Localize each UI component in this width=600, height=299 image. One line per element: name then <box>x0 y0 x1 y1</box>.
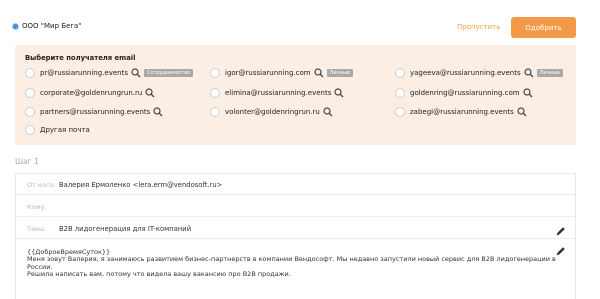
search-icon[interactable] <box>334 88 344 98</box>
body-line: Решила написать вам, потому что видела в… <box>27 270 291 279</box>
top-bar: ООО "Мир Бега" Пропустить Одобрить <box>0 0 590 42</box>
skip-button[interactable]: Пропустить <box>457 23 500 31</box>
recipient-email: partners@russiarunning.events <box>40 108 151 116</box>
radio-button[interactable] <box>395 88 405 98</box>
edit-subject-icon[interactable] <box>556 226 566 236</box>
email-body[interactable]: {{ДоброеВремяСуток}} Меня зовут Валерия,… <box>27 248 557 279</box>
search-icon[interactable] <box>517 107 527 117</box>
recipient-email: goldenring@russiarunning.com <box>410 89 520 97</box>
radio-button[interactable] <box>210 88 220 98</box>
subject-label: Тема: <box>27 225 47 233</box>
radio-button[interactable] <box>25 107 35 117</box>
recipient-option[interactable]: volonter@goldenringrun.ru <box>210 106 333 118</box>
search-icon[interactable] <box>153 107 163 117</box>
recipient-selector-title: Выберите получателя email <box>25 54 136 62</box>
recipient-option[interactable]: yageeva@russiarunning.events Личные <box>395 67 563 79</box>
subject-value[interactable]: B2B лидогенерация для IT-компаний <box>59 225 191 233</box>
recipient-email: pr@russiarunning.events <box>40 69 128 77</box>
recipient-email: corporate@goldenrungrun.ru <box>40 89 143 97</box>
radio-button[interactable] <box>25 88 35 98</box>
search-icon[interactable] <box>145 88 155 98</box>
from-row: От кого: Валерия Ермоленко <lera.erm@ven… <box>16 174 575 195</box>
recipient-option[interactable]: partners@russiarunning.events <box>25 106 163 118</box>
recipient-tag: Личные <box>326 69 353 77</box>
search-icon[interactable] <box>323 107 333 117</box>
from-label: От кого: <box>27 181 56 189</box>
recipient-option[interactable]: zabegi@russiarunning.events <box>395 106 527 118</box>
recipient-email: elimina@russiarunning.events <box>225 89 332 97</box>
radio-button[interactable] <box>395 68 405 78</box>
recipient-option[interactable]: corporate@goldenrungrun.ru <box>25 87 155 99</box>
search-icon[interactable] <box>523 68 534 78</box>
recipient-email: igor@russiarunning.com <box>225 69 311 77</box>
to-row[interactable]: Кому: <box>16 195 575 217</box>
recipient-email: yageeva@russiarunning.events <box>410 69 521 77</box>
search-icon[interactable] <box>313 68 324 78</box>
edit-body-icon[interactable] <box>556 246 566 256</box>
company-status-icon <box>12 22 19 30</box>
recipient-option[interactable]: igor@russiarunning.com Личные <box>210 67 353 79</box>
recipient-option[interactable]: elimina@russiarunning.events <box>210 87 344 99</box>
step-title: Шаг 1 <box>15 157 39 166</box>
recipient-email: zabegi@russiarunning.events <box>410 108 514 116</box>
body-line: Меня зовут Валерия, я занимаюсь развитие… <box>27 255 556 264</box>
other-email-label: Другая почта <box>40 126 90 134</box>
radio-button[interactable] <box>25 125 35 135</box>
search-icon[interactable] <box>522 88 533 98</box>
radio-button[interactable] <box>210 107 220 117</box>
email-form: От кого: Валерия Ермоленко <lera.erm@ven… <box>15 173 576 299</box>
radio-button[interactable] <box>395 107 405 117</box>
company-label: ООО "Мир Бега" <box>12 22 82 30</box>
recipient-selector: Выберите получателя email pr@russiarunni… <box>15 45 576 145</box>
subject-row[interactable]: Тема: B2B лидогенерация для IT-компаний <box>16 217 575 239</box>
recipient-option[interactable]: pr@russiarunning.events Сотрудничество <box>25 67 194 79</box>
recipient-tag: Сотрудничество <box>144 69 194 77</box>
radio-button[interactable] <box>25 68 35 78</box>
recipient-tag: Личные <box>536 69 563 77</box>
approve-button[interactable]: Одобрить <box>511 17 576 38</box>
recipient-option[interactable]: goldenring@russiarunning.com <box>395 87 533 99</box>
to-label: Кому: <box>27 203 47 211</box>
search-icon[interactable] <box>131 68 141 78</box>
from-value[interactable]: Валерия Ермоленко <lera.erm@vendosoft.ru… <box>59 181 222 189</box>
radio-button[interactable] <box>210 68 220 78</box>
company-name: ООО "Мир Бега" <box>22 22 82 30</box>
recipient-option-other[interactable]: Другая почта <box>25 124 90 136</box>
recipient-email: volonter@goldenringrun.ru <box>225 108 320 116</box>
